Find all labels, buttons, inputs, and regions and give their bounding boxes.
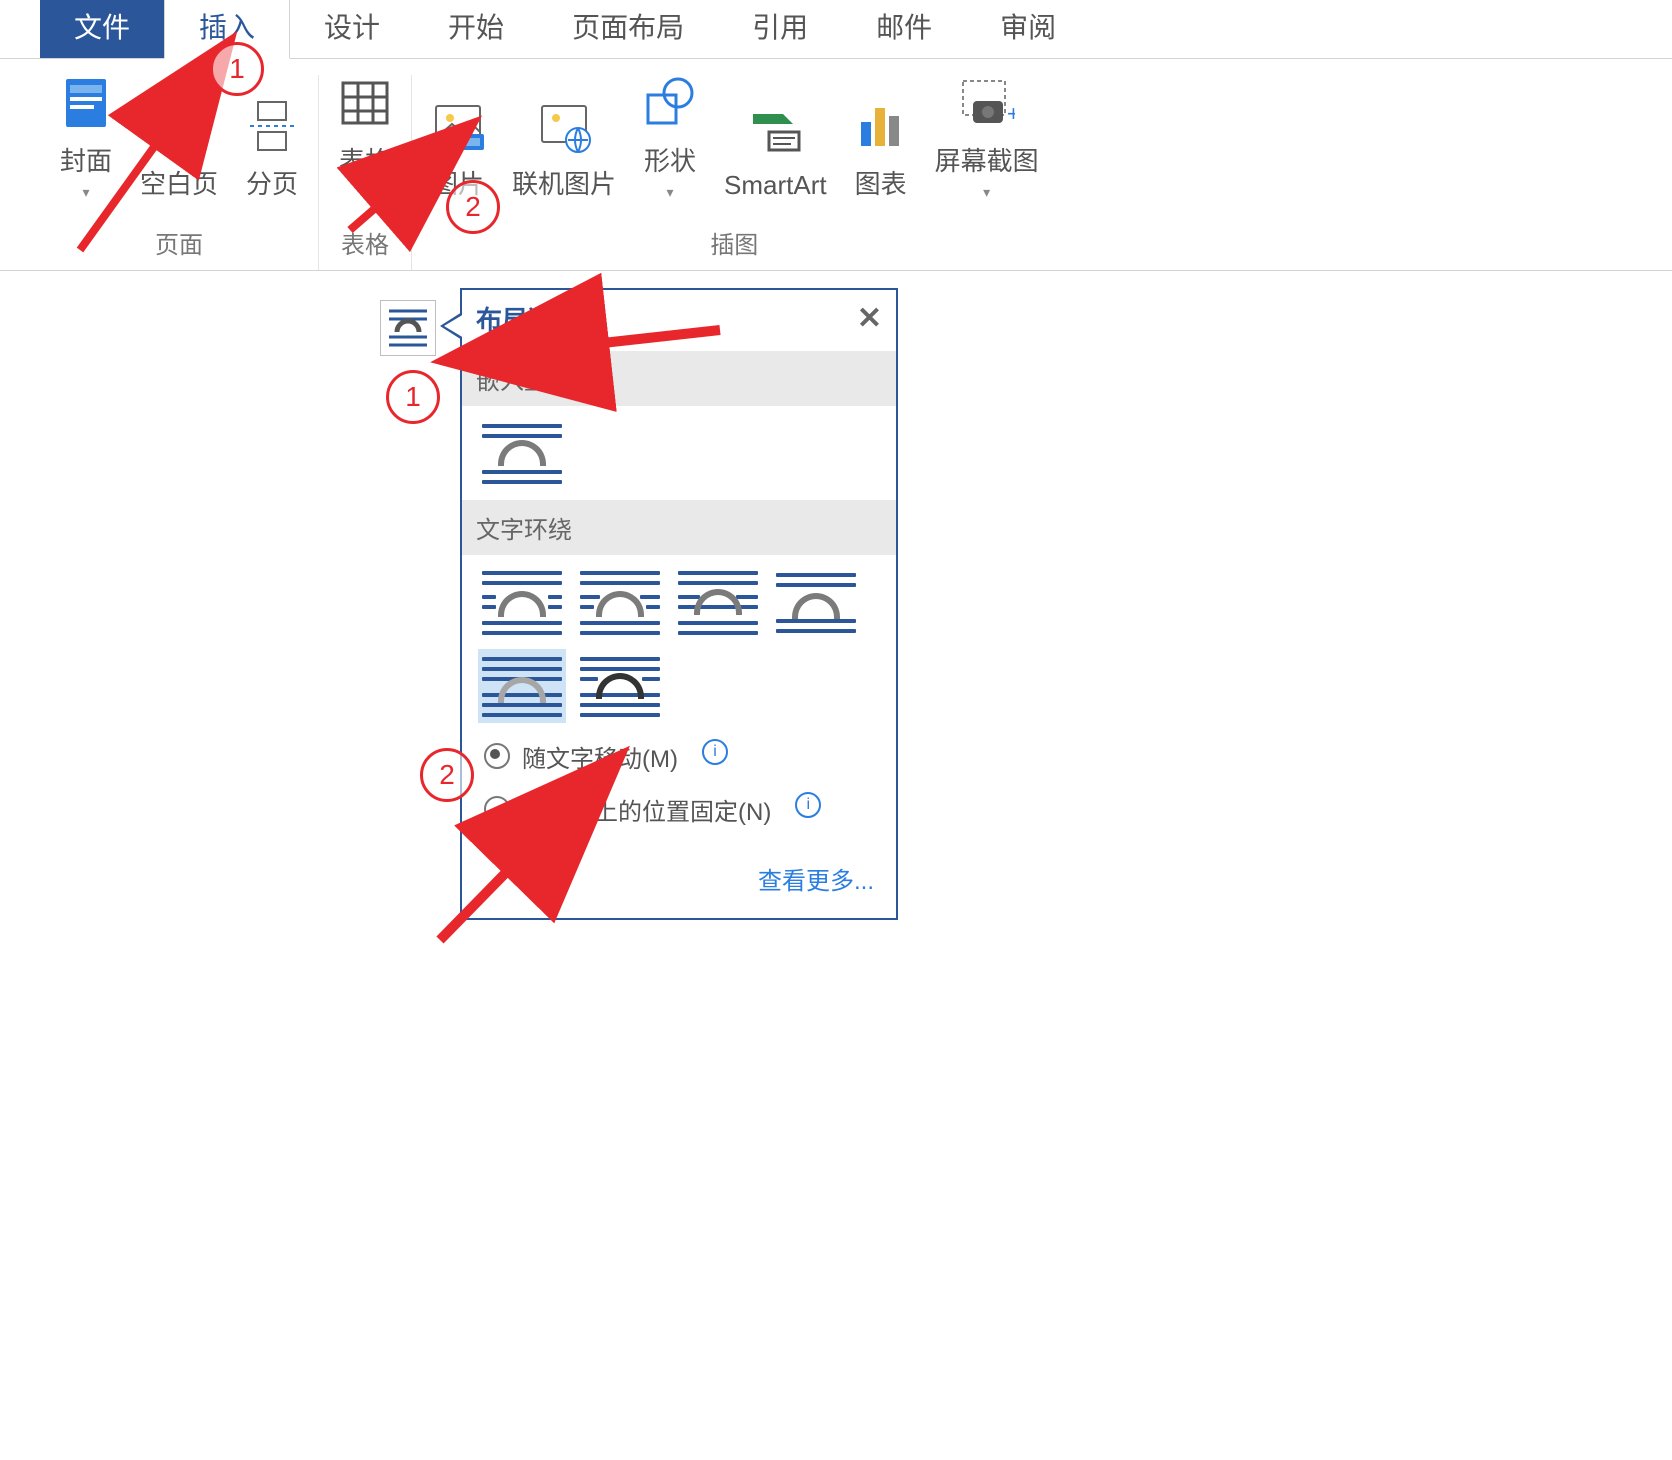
cover-page-button[interactable]: 封面 ▾ — [58, 75, 114, 201]
blank-page-icon — [151, 98, 207, 154]
wrap-topbottom-option[interactable] — [776, 569, 856, 635]
dropdown-icon: ▾ — [983, 184, 990, 201]
chart-button[interactable]: 图表 — [853, 98, 909, 201]
wrap-front-option[interactable] — [580, 653, 660, 719]
ribbon-insert: 封面 ▾ 空白页 分页 页面 — [0, 59, 1672, 271]
group-pages: 封面 ▾ 空白页 分页 页面 — [40, 75, 319, 270]
online-picture-button[interactable]: 联机图片 — [512, 98, 616, 201]
tab-layout[interactable]: 页面布局 — [538, 0, 718, 58]
ms-word-window: 文件 插入 设计 开始 页面布局 引用 邮件 审阅 封面 ▾ — [0, 0, 1672, 1460]
page-break-button[interactable]: 分页 — [244, 98, 300, 201]
cover-page-icon — [58, 75, 114, 131]
dropdown-icon: ▾ — [82, 184, 89, 201]
radio-icon — [484, 796, 510, 822]
screenshot-icon: + — [959, 75, 1015, 131]
tab-insert[interactable]: 插入 — [164, 0, 290, 59]
table-button[interactable]: 表格 ▾ — [337, 75, 393, 201]
annotation-marker: 1 — [386, 370, 440, 424]
cover-page-label: 封面 — [60, 141, 112, 178]
group-pages-label: 页面 — [155, 207, 203, 270]
info-icon[interactable]: i — [702, 739, 728, 765]
smartart-button[interactable]: SmartArt — [724, 104, 827, 201]
radio-move-with-text[interactable]: 随文字移动(M) i — [484, 739, 882, 774]
ribbon-tabs: 文件 插入 设计 开始 页面布局 引用 邮件 审阅 — [0, 0, 1672, 59]
blank-page-label: 空白页 — [140, 164, 218, 201]
group-tables: 表格 ▾ 表格 — [319, 75, 412, 270]
wrap-square-option[interactable] — [482, 569, 562, 635]
close-icon[interactable]: ✕ — [857, 301, 882, 336]
online-picture-icon — [536, 98, 592, 154]
wrap-behind-option[interactable] — [482, 653, 562, 719]
picture-button[interactable]: 图片 — [430, 98, 486, 201]
smartart-icon — [747, 104, 803, 160]
picture-label: 图片 — [432, 164, 484, 201]
tab-home[interactable]: 开始 — [414, 0, 538, 58]
page-break-icon — [244, 98, 300, 154]
wrap-tight-option[interactable] — [580, 569, 660, 635]
group-illustrations: 图片 联机图片 形状 ▾ — [412, 75, 1057, 270]
chart-label: 图表 — [855, 164, 907, 201]
tab-file[interactable]: 文件 — [40, 0, 164, 58]
tab-design[interactable]: 设计 — [290, 0, 414, 58]
dropdown-icon: ▾ — [667, 184, 674, 201]
shapes-label: 形状 — [644, 141, 696, 178]
online-picture-label: 联机图片 — [512, 164, 616, 201]
wrap-inline-option[interactable] — [482, 420, 562, 486]
see-more-link[interactable]: 查看更多... — [476, 861, 882, 896]
table-icon — [337, 75, 393, 131]
picture-icon — [430, 98, 486, 154]
radio-fix-position[interactable]: 在页面上的位置固定(N) i — [484, 792, 882, 827]
radio-fix-position-label: 在页面上的位置固定(N) — [522, 792, 771, 827]
tab-references[interactable]: 引用 — [718, 0, 842, 58]
section-wrap: 文字环绕 — [462, 500, 896, 555]
shapes-button[interactable]: 形状 ▾ — [642, 75, 698, 201]
layout-options-popup: 布局选项 ✕ 嵌入型 文字环绕 — [460, 288, 898, 920]
info-icon[interactable]: i — [795, 792, 821, 818]
smartart-label: SmartArt — [724, 170, 827, 201]
layout-options-title: 布局选项 — [476, 300, 580, 337]
svg-text:+: + — [1007, 101, 1015, 126]
wrap-through-option[interactable] — [678, 569, 758, 635]
radio-icon — [484, 743, 510, 769]
table-label: 表格 — [339, 141, 391, 178]
group-tables-label: 表格 — [341, 207, 389, 270]
section-inline: 嵌入型 — [462, 351, 896, 406]
tab-mailings[interactable]: 邮件 — [842, 0, 966, 58]
page-break-label: 分页 — [246, 164, 298, 201]
blank-page-button[interactable]: 空白页 — [140, 98, 218, 201]
screenshot-label: 屏幕截图 — [935, 141, 1039, 178]
chart-icon — [853, 98, 909, 154]
dropdown-icon: ▾ — [362, 184, 369, 201]
tab-review[interactable]: 审阅 — [966, 0, 1090, 58]
layout-options-launcher-icon[interactable] — [380, 300, 436, 356]
screenshot-button[interactable]: + 屏幕截图 ▾ — [935, 75, 1039, 201]
group-illustrations-label: 插图 — [710, 207, 758, 270]
radio-move-with-text-label: 随文字移动(M) — [522, 739, 678, 774]
shapes-icon — [642, 75, 698, 131]
